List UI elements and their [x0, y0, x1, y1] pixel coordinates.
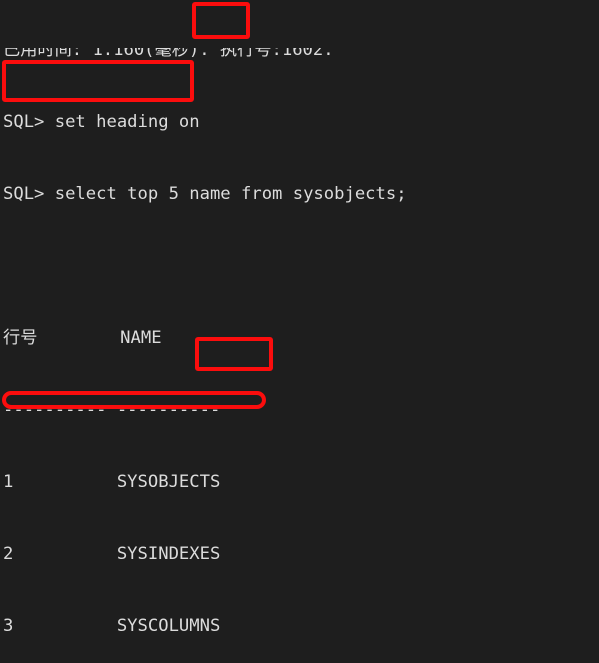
terminal-line: 已用时间: 1.160(毫秒). 执行号:1602.: [3, 48, 334, 60]
terminal-line: SQL> set heading on: [3, 112, 200, 132]
terminal-line-row: 1 SYSOBJECTS: [3, 472, 221, 492]
terminal-window[interactable]: 已用时间: 1.160(毫秒). 执行号:1602. SQL> set head…: [0, 0, 599, 663]
terminal-output[interactable]: 已用时间: 1.160(毫秒). 执行号:1602. SQL> set head…: [0, 0, 599, 663]
terminal-line-row: 2 SYSINDEXES: [3, 544, 221, 564]
terminal-line: SQL> select top 5 name from sysobjects;: [3, 184, 407, 204]
terminal-line-header: 行号 NAME: [3, 328, 162, 348]
terminal-line-row: 3 SYSCOLUMNS: [3, 616, 221, 636]
terminal-line-separator: ---------- ----------: [3, 400, 221, 420]
